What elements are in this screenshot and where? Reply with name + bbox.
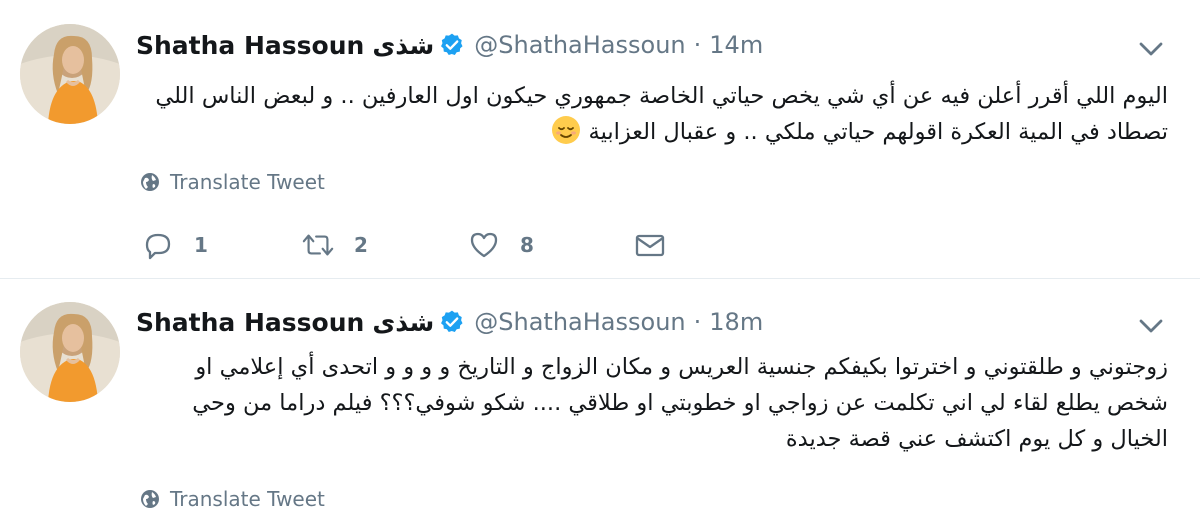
- avatar-photo: [20, 302, 120, 402]
- translate-tweet-link[interactable]: Translate Tweet: [140, 484, 325, 514]
- globe-icon: [141, 173, 159, 191]
- relieved-face-emoji: [552, 116, 581, 144]
- reply-icon: [145, 233, 171, 260]
- chevron-down-icon[interactable]: [1136, 311, 1166, 341]
- direct-message-button[interactable]: [634, 222, 666, 268]
- tweet-text-line: اليوم اللي أقرر أعلن فيه عن أي شي يخص حي…: [155, 83, 1168, 109]
- retweet-count: 2: [354, 233, 368, 257]
- avatar[interactable]: [20, 24, 120, 124]
- translate-tweet-label: Translate Tweet: [170, 170, 325, 194]
- avatar[interactable]: [20, 302, 120, 402]
- translate-tweet-link[interactable]: Translate Tweet: [140, 167, 325, 197]
- handle[interactable]: @ShathaHassoun: [474, 308, 685, 336]
- avatar-photo: [20, 24, 120, 124]
- retweet-icon: [302, 234, 334, 256]
- tweet-text: اليوم اللي أقرر أعلن فيه عن أي شي يخص حي…: [136, 78, 1168, 150]
- chevron-down-icon[interactable]: [1136, 34, 1166, 64]
- globe-icon: [141, 490, 159, 508]
- reply-button[interactable]: 1: [142, 222, 208, 268]
- tweet-text-line: شخص يطلع لقاء لي اني تكلمت عن زواجي او خ…: [192, 390, 1168, 416]
- tweet-header: Shatha Hassoun شذى @ShathaHassoun · 14m: [136, 27, 763, 63]
- tweet-actions: 1 2 8: [140, 222, 680, 268]
- verified-badge-icon: [441, 310, 463, 332]
- tweet-1[interactable]: Shatha Hassoun شذى @ShathaHassoun · 14m …: [0, 0, 1200, 279]
- tweet-2[interactable]: Shatha Hassoun شذى @ShathaHassoun · 18m …: [0, 279, 1200, 529]
- like-button[interactable]: 8: [468, 222, 534, 268]
- tweet-text-line: زوجتوني و طلقتوني و اخترتوا بكيفكم جنسية…: [195, 354, 1168, 380]
- translate-tweet-label: Translate Tweet: [170, 487, 325, 511]
- timestamp[interactable]: 18m: [709, 308, 763, 336]
- separator-dot: ·: [693, 31, 702, 59]
- direct-message-icon: [635, 234, 665, 257]
- timestamp[interactable]: 14m: [709, 31, 763, 59]
- display-name-arabic[interactable]: شذى: [372, 308, 434, 337]
- separator-dot: ·: [693, 308, 702, 336]
- tweet-text-line: تصطاد في المية العكرة اقولهم حياتي ملكي …: [136, 114, 1168, 150]
- like-icon: [470, 232, 498, 258]
- verified-badge-icon: [441, 33, 463, 55]
- reply-count: 1: [194, 233, 208, 257]
- display-name[interactable]: Shatha Hassoun: [136, 31, 364, 60]
- handle[interactable]: @ShathaHassoun: [474, 31, 685, 59]
- display-name-arabic[interactable]: شذى: [372, 31, 434, 60]
- tweet-header: Shatha Hassoun شذى @ShathaHassoun · 18m: [136, 304, 763, 340]
- like-count: 8: [520, 233, 534, 257]
- display-name[interactable]: Shatha Hassoun: [136, 308, 364, 337]
- tweet-text: زوجتوني و طلقتوني و اخترتوا بكيفكم جنسية…: [136, 349, 1168, 457]
- tweet-text-line: الخيال و كل يوم اكتشف عني قصة جديدة: [785, 426, 1168, 452]
- tweet-text-line-content: تصطاد في المية العكرة اقولهم حياتي ملكي …: [588, 119, 1169, 145]
- retweet-button[interactable]: 2: [302, 222, 368, 268]
